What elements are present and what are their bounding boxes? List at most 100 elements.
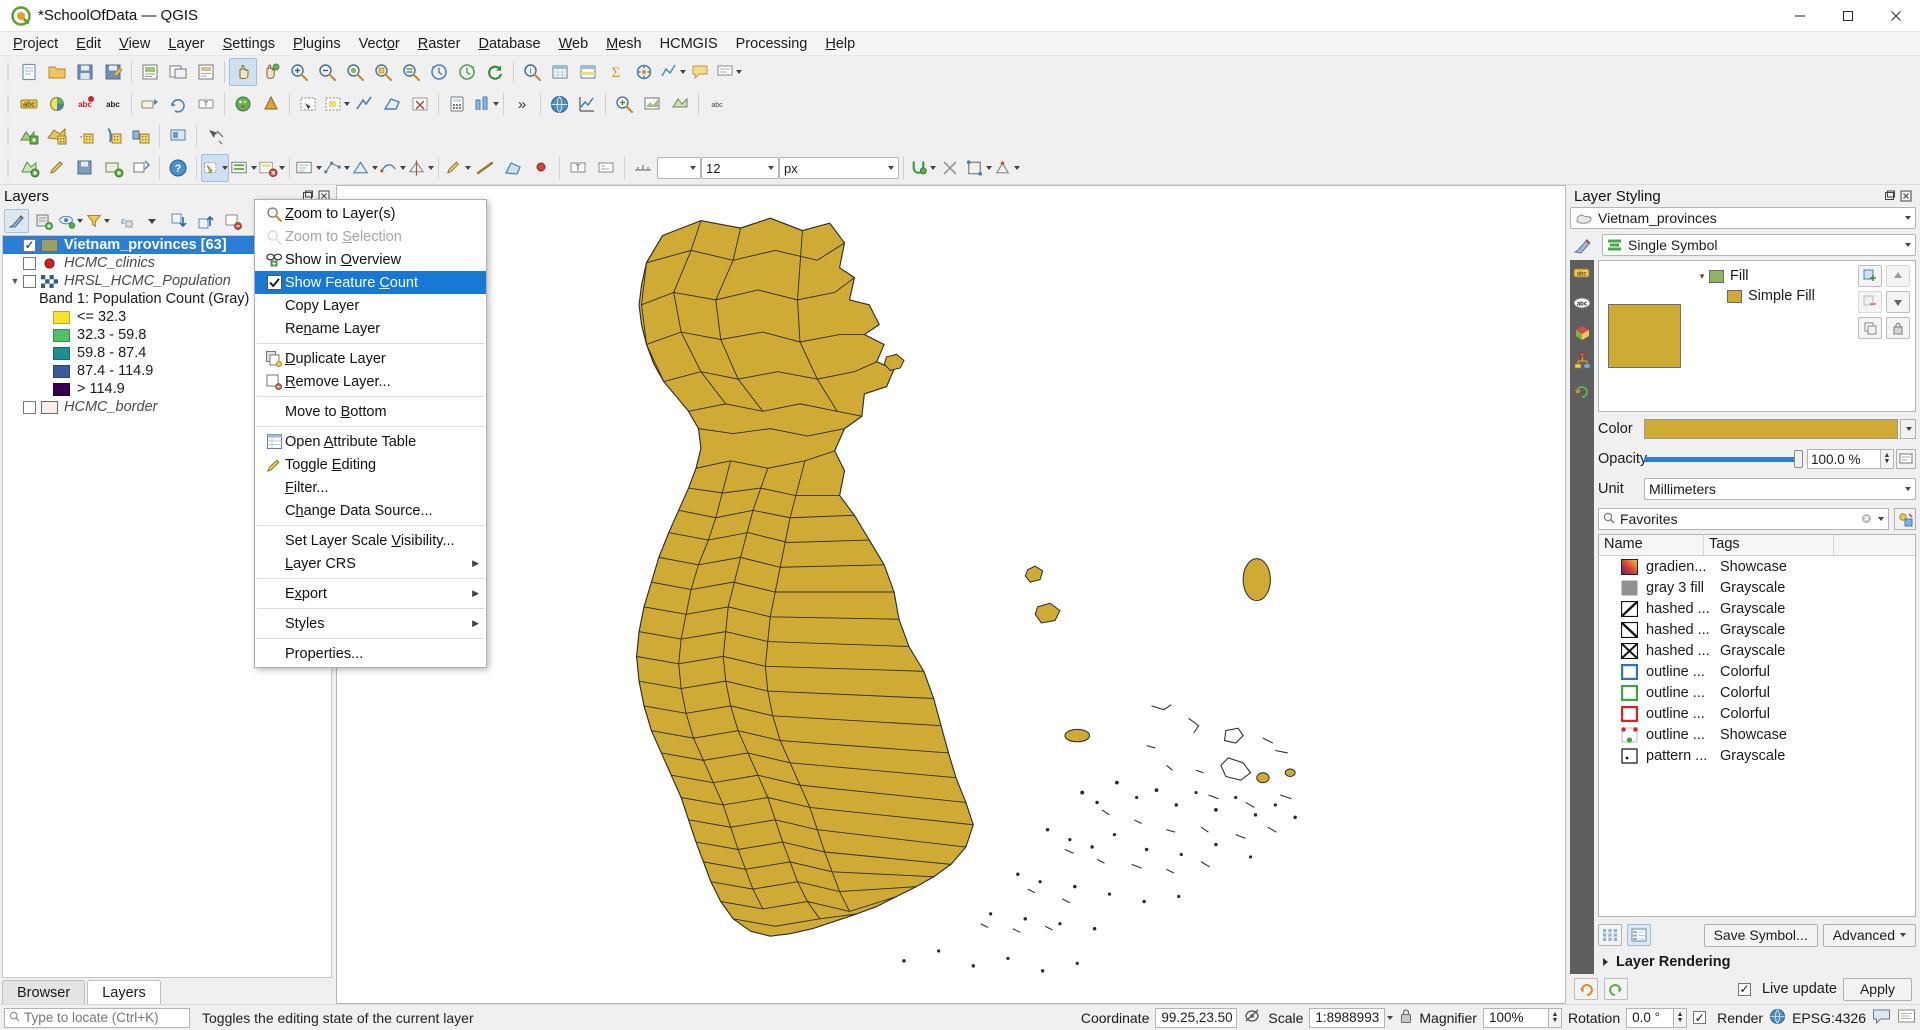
save-symbol-button[interactable]: Save Symbol... (1703, 923, 1818, 947)
draw-line-button[interactable] (471, 154, 499, 182)
symbol-table-row[interactable]: outline ... Showcase (1599, 724, 1915, 745)
context-menu-item-styles[interactable]: Styles ▶ (255, 612, 486, 635)
move-symbol-layer-down-button[interactable] (1886, 291, 1910, 313)
layer-visibility-checkbox[interactable] (23, 274, 36, 288)
expander-icon[interactable]: ▾ (1695, 271, 1709, 282)
renderer-combo[interactable]: Single Symbol (1602, 234, 1916, 256)
symbol-table-row[interactable]: pattern ... Grayscale (1599, 745, 1915, 766)
3d-view-tab[interactable] (1572, 322, 1592, 342)
symbol-tree[interactable]: ▾ Fill Simple Fill (1598, 260, 1916, 412)
save-layer-edits-button[interactable] (71, 154, 99, 182)
symbol-table-row[interactable]: hashed ... Grayscale (1599, 619, 1915, 640)
duplicate-symbol-layer-button[interactable] (1858, 317, 1882, 339)
menu-project[interactable]: Project (4, 34, 67, 54)
field-calculator-button[interactable] (443, 90, 471, 118)
context-menu-item-open-attribute-table[interactable]: Open Attribute Table (255, 430, 486, 453)
context-menu-item-remove-layer[interactable]: Remove Layer... (255, 370, 486, 393)
identify-features-button[interactable]: i (518, 58, 546, 86)
clear-search-icon[interactable] (1861, 511, 1872, 527)
context-menu-item-change-data-source[interactable]: Change Data Source... (255, 499, 486, 522)
font-size-combo[interactable]: 12 (701, 157, 779, 179)
context-menu-item-properties[interactable]: Properties... (255, 642, 486, 665)
filter-legend-by-expression-button[interactable]: ε (112, 209, 137, 233)
zoom-to-selection-button[interactable] (369, 58, 397, 86)
measure-button[interactable] (630, 58, 658, 86)
label-layer-button[interactable]: abc (15, 90, 43, 118)
plot-icon[interactable] (573, 90, 601, 118)
reshape-dropdown[interactable] (378, 154, 406, 182)
snapping-toggle-button[interactable] (908, 154, 936, 182)
context-menu-item-duplicate-layer[interactable]: Duplicate Layer (255, 347, 486, 370)
float-icon[interactable] (1883, 190, 1896, 203)
menu-database[interactable]: Database (469, 34, 549, 54)
icon-view-button[interactable] (1598, 924, 1622, 946)
deselect-all-button[interactable] (257, 154, 285, 182)
toolbar-overflow-button[interactable]: » (508, 90, 536, 118)
remove-layer-group-button[interactable] (220, 209, 245, 233)
add-raster-layer-button[interactable] (43, 122, 71, 150)
layer-rendering-section[interactable]: Layer Rendering (1598, 950, 1916, 974)
layout-manager-button[interactable] (164, 58, 192, 86)
render-checkbox[interactable]: ✓ (1693, 1011, 1707, 1024)
add-feature-button[interactable] (99, 154, 127, 182)
new-project-button[interactable] (15, 58, 43, 86)
symbol-table-column-name[interactable]: Name (1599, 535, 1704, 555)
no-snapping-button[interactable] (936, 154, 964, 182)
history-tab[interactable] (1572, 380, 1592, 400)
lock-scale-icon[interactable] (1399, 1008, 1413, 1027)
remove-symbol-layer-button[interactable] (1858, 291, 1882, 313)
menu-help[interactable]: Help (816, 34, 864, 54)
form-select-dropdown[interactable] (229, 154, 257, 182)
select-features-button[interactable] (574, 58, 602, 86)
digitize-shape-dropdown[interactable] (350, 154, 378, 182)
menu-raster[interactable]: Raster (409, 34, 470, 54)
color-dropdown-button[interactable] (1900, 419, 1916, 439)
zoom-full-button[interactable] (341, 58, 369, 86)
measure-dropdown[interactable] (658, 58, 686, 86)
pan-map-button[interactable] (229, 58, 257, 86)
list-view-button[interactable] (1627, 924, 1651, 946)
add-wms-layer-button[interactable] (164, 122, 192, 150)
modify-attributes-dropdown[interactable] (294, 154, 322, 182)
opacity-value-input[interactable]: 100.0 % (1807, 449, 1881, 469)
add-group-button[interactable] (31, 209, 56, 233)
menu-vector[interactable]: Vector (350, 34, 409, 54)
filter-dropdown[interactable] (139, 209, 164, 233)
snapping-options-dropdown[interactable] (964, 154, 992, 182)
crs-globe-icon[interactable] (1769, 1008, 1786, 1028)
symbol-table-row[interactable]: outline ... Colorful (1599, 661, 1915, 682)
toolbar-grip[interactable] (5, 93, 12, 115)
change-label-button[interactable]: T (192, 90, 220, 118)
symbol-library-table[interactable]: Name Tags gradien... Showcase gray 3 fill Gr… (1598, 534, 1916, 917)
unit-combo[interactable]: Millimeters (1644, 478, 1916, 500)
close-button[interactable] (1872, 0, 1920, 32)
tab-browser[interactable]: Browser (2, 980, 86, 1004)
help-button[interactable]: ? (164, 154, 192, 182)
annotation-pencil-button[interactable] (443, 154, 471, 182)
zoom-in-button[interactable] (285, 58, 313, 86)
pan-to-selection-button[interactable] (257, 58, 285, 86)
draw-marker-button[interactable] (527, 154, 555, 182)
symbol-layer-fill[interactable]: ▾ Fill (1695, 266, 1853, 286)
add-delimited-text-layer-button[interactable]: , (71, 122, 99, 150)
labels-tab[interactable]: abc (1572, 293, 1592, 313)
advanced-button[interactable]: Advanced (1822, 923, 1916, 947)
expand-all-button[interactable] (166, 209, 191, 233)
context-menu-item-layer-crs[interactable]: Layer CRS ▶ (255, 552, 486, 575)
select-dropdown[interactable] (322, 90, 350, 118)
map-tips-button[interactable] (610, 90, 638, 118)
annotation-dropdown[interactable] (714, 58, 742, 86)
current-edits-button[interactable] (15, 154, 43, 182)
rotate-label-button[interactable] (164, 90, 192, 118)
deselect-features-button[interactable] (406, 90, 434, 118)
apply-button[interactable]: Apply (1842, 977, 1912, 1001)
zoom-to-layer-button[interactable] (397, 58, 425, 86)
new-3d-view-button[interactable] (666, 90, 694, 118)
magnifier-input[interactable]: 100% (1482, 1007, 1549, 1028)
messages-icon[interactable] (1872, 1008, 1891, 1027)
move-feature-button[interactable] (127, 154, 155, 182)
add-postgis-layer-button[interactable] (99, 122, 127, 150)
toolbar-grip[interactable] (5, 61, 12, 83)
tab-layers[interactable]: Layers (87, 980, 161, 1004)
context-menu-item-toggle-editing[interactable]: Toggle Editing (255, 453, 486, 476)
